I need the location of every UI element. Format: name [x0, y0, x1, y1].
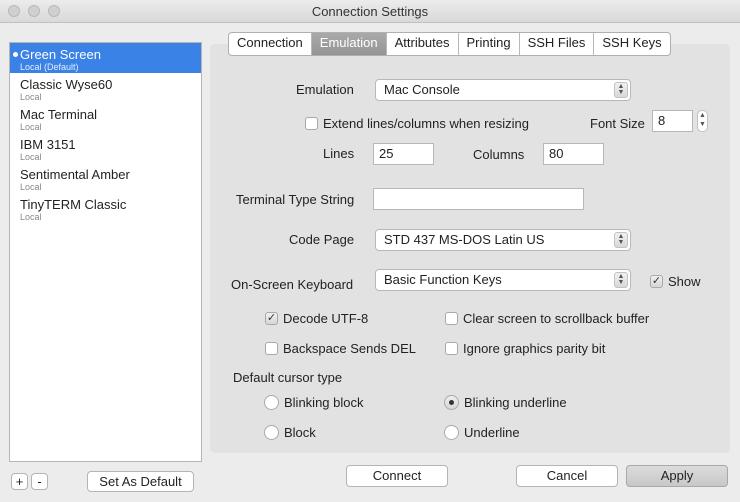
tab-emulation[interactable]: Emulation [311, 33, 387, 55]
tab-ssh-files[interactable]: SSH Files [520, 33, 595, 55]
lines-label: Lines [323, 146, 355, 161]
profile-name: Mac Terminal [20, 107, 98, 122]
extend-lines-checkbox[interactable] [305, 117, 318, 130]
profile-source: Local [20, 152, 42, 162]
profile-source: Local [20, 212, 42, 222]
code-page-value: STD 437 MS-DOS Latin US [384, 232, 545, 247]
profile-name: Sentimental Amber [20, 167, 130, 182]
backspace-del-checkbox[interactable] [265, 342, 278, 355]
profile-item-mac-terminal[interactable]: Mac Terminal Local [10, 103, 201, 133]
title-bar: Connection Settings [0, 0, 740, 23]
underline-label: Underline [464, 425, 520, 440]
select-arrows-icon: ▲ ▼ [614, 232, 628, 248]
keyboard-select[interactable]: Basic Function Keys ▲ ▼ [375, 269, 631, 291]
lines-input[interactable]: 25 [373, 143, 434, 165]
select-arrows-icon: ▲ ▼ [614, 272, 628, 288]
settings-tabs: Connection Emulation Attributes Printing… [228, 32, 671, 56]
decode-utf8-label: Decode UTF-8 [283, 311, 369, 326]
default-indicator-icon [13, 52, 18, 57]
decode-utf8-checkbox[interactable]: ✓ [265, 312, 278, 325]
block-label: Block [284, 425, 316, 440]
columns-input[interactable]: 80 [543, 143, 604, 165]
backspace-del-label: Backspace Sends DEL [283, 341, 416, 356]
ignore-parity-label: Ignore graphics parity bit [463, 341, 606, 356]
profile-name: Classic Wyse60 [20, 77, 113, 92]
profile-source: Local [20, 92, 42, 102]
font-size-stepper[interactable]: ▲ ▼ [697, 110, 708, 132]
tab-attributes[interactable]: Attributes [387, 33, 459, 55]
add-profile-button[interactable]: + [11, 473, 28, 490]
emulation-value: Mac Console [384, 82, 460, 97]
blinking-block-radio[interactable] [264, 395, 279, 410]
tab-ssh-keys[interactable]: SSH Keys [594, 33, 669, 55]
show-keyboard-checkbox[interactable]: ✓ [650, 275, 663, 288]
cursor-type-label: Default cursor type [233, 370, 343, 385]
profile-item-sentimental-amber[interactable]: Sentimental Amber Local [10, 163, 201, 193]
keyboard-label: On-Screen Keyboard [231, 277, 354, 292]
tab-printing[interactable]: Printing [459, 33, 520, 55]
clear-screen-label: Clear screen to scrollback buffer [463, 311, 650, 326]
emulation-select[interactable]: Mac Console ▲ ▼ [375, 79, 631, 101]
terminal-type-label: Terminal Type String [236, 192, 355, 207]
code-page-label: Code Page [289, 232, 355, 247]
profile-list[interactable]: Green Screen Local (Default) Classic Wys… [9, 42, 202, 462]
profile-name: Green Screen [20, 47, 101, 62]
font-size-label: Font Size [590, 116, 645, 131]
window-title: Connection Settings [311, 4, 429, 19]
ignore-parity-checkbox[interactable] [445, 342, 458, 355]
remove-profile-button[interactable]: - [31, 473, 48, 490]
tab-connection[interactable]: Connection [229, 33, 312, 55]
select-arrows-icon: ▲ ▼ [614, 82, 628, 98]
profile-source: Local [20, 182, 42, 192]
terminal-type-input[interactable] [373, 188, 584, 210]
profile-item-classic-wyse60[interactable]: Classic Wyse60 Local [10, 73, 201, 103]
blinking-underline-label: Blinking underline [464, 395, 567, 410]
columns-label: Columns [473, 147, 525, 162]
apply-button[interactable]: Apply [626, 465, 728, 487]
font-size-input[interactable]: 8 [652, 110, 693, 132]
code-page-select[interactable]: STD 437 MS-DOS Latin US ▲ ▼ [375, 229, 631, 251]
profile-item-ibm-3151[interactable]: IBM 3151 Local [10, 133, 201, 163]
profile-item-green-screen[interactable]: Green Screen Local (Default) [10, 43, 201, 73]
cancel-button[interactable]: Cancel [516, 465, 618, 487]
show-keyboard-label: Show [668, 274, 701, 289]
profile-item-tinyterm-classic[interactable]: TinyTERM Classic Local [10, 193, 201, 223]
set-as-default-button[interactable]: Set As Default [87, 471, 194, 492]
underline-radio[interactable] [444, 425, 459, 440]
emulation-label: Emulation [296, 82, 354, 97]
extend-lines-label: Extend lines/columns when resizing [323, 116, 529, 131]
connect-button[interactable]: Connect [346, 465, 448, 487]
blinking-block-label: Blinking block [284, 395, 364, 410]
keyboard-value: Basic Function Keys [384, 272, 502, 287]
profile-source: Local (Default) [20, 62, 79, 72]
block-radio[interactable] [264, 425, 279, 440]
blinking-underline-radio[interactable] [444, 395, 459, 410]
profile-source: Local [20, 122, 42, 132]
clear-screen-checkbox[interactable] [445, 312, 458, 325]
profile-name: TinyTERM Classic [20, 197, 127, 212]
profile-name: IBM 3151 [20, 137, 76, 152]
